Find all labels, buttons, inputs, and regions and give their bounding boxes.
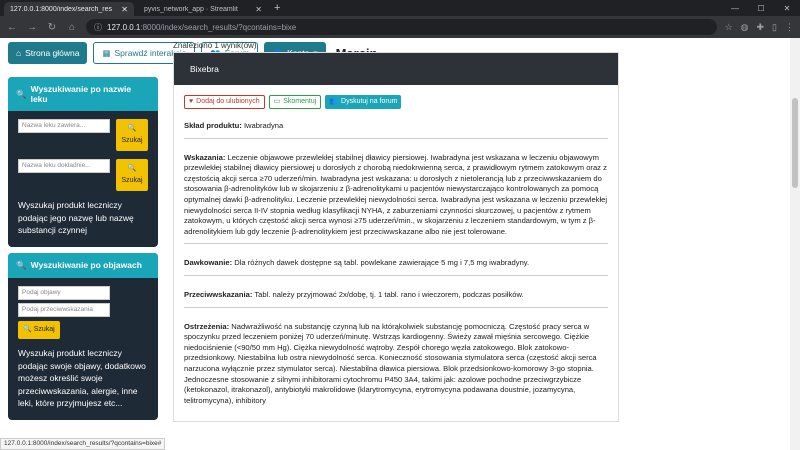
home-button[interactable]: ⌂ Strona główna	[8, 42, 88, 64]
name-exact-search-button[interactable]: 🔍 Szukaj	[116, 159, 148, 191]
search-sidebar: 🔍 Wyszukiwanie po nazwie leku Nazwa leku…	[8, 77, 158, 426]
bookmark-star-icon[interactable]: ☆	[725, 22, 733, 33]
search-by-name-description: Wyszukaj produkt leczniczy podając jego …	[18, 200, 134, 235]
results-count: Znaleziono 1 wynik(ów)	[173, 41, 257, 50]
extensions-icon[interactable]: ✚	[757, 22, 765, 33]
composition-text: Iwabradyna	[243, 121, 284, 130]
scrollbar-thumb[interactable]	[792, 98, 798, 188]
search-by-symptoms-title: Wyszukiwanie po objawach	[30, 260, 142, 270]
product-name[interactable]: Bixebra	[174, 53, 618, 85]
window-controls: — ☐ ✕	[722, 0, 800, 16]
home-button-label: Strona główna	[25, 48, 80, 58]
search-icon: 🔍	[16, 259, 27, 270]
users-icon: 👥	[329, 97, 339, 105]
back-icon[interactable]: ←	[6, 22, 18, 33]
name-contains-search-button[interactable]: 🔍 Szukaj	[116, 119, 148, 151]
maximize-icon[interactable]: ☐	[748, 0, 774, 16]
translate-icon[interactable]: ◍	[741, 22, 749, 33]
interactions-icon: ▦	[102, 47, 111, 58]
search-by-symptoms-header: 🔍 Wyszukiwanie po objawach	[8, 252, 158, 278]
search-by-name-title: Wyszukiwanie po nazwie leku	[30, 84, 132, 104]
browser-tab-strip: 127.0.0.1:8000/index/search_res ✕ pyvis_…	[0, 0, 800, 16]
search-by-symptoms-card: 🔍 Wyszukiwanie po objawach Podaj objawy …	[8, 252, 158, 420]
page-content: ⌂ Strona główna ▦ Sprawdź interakcje 👥 F…	[0, 38, 790, 450]
menu-dots-icon[interactable]: ⋮	[785, 22, 794, 33]
composition-section: Skład produktu: Iwabradyna	[184, 117, 608, 139]
indications-text: Leczenie objawowe przewlekłej stabilnej …	[184, 152, 608, 236]
dosage-section: Dawkowanie: Dla różnych dawek dostępne s…	[184, 254, 608, 276]
url-host: 127.0.0.1	[107, 22, 141, 32]
search-icon: 🔍	[23, 325, 32, 333]
comment-icon: ▭	[273, 97, 281, 105]
close-tab-icon[interactable]: ✕	[255, 5, 262, 14]
result-panel: Bixebra ♥ Dodaj do ulubionych ▭ Skomentu…	[173, 52, 619, 422]
contraindications-text: Tabl. należy przyjmować 2x/dobę, tj. 1 t…	[254, 289, 524, 299]
warnings-section: Ostrzeżenia: Nadwrażliwość na substancję…	[184, 318, 608, 413]
discuss-forum-button[interactable]: 👥 Dyskutuj na forum	[325, 95, 402, 109]
forward-icon[interactable]: →	[26, 22, 38, 33]
search-button-label: Szukaj	[121, 137, 143, 144]
search-icon: 🔍	[127, 124, 137, 132]
reload-icon[interactable]: ↻	[46, 22, 58, 33]
address-bar: ← → ↻ ⌂ ⓘ 127.0.0.1:8000/index/search_re…	[0, 16, 800, 38]
browser-tab-title: 127.0.0.1:8000/index/search_res	[10, 5, 112, 13]
search-button-label: Szukaj	[121, 177, 143, 184]
url-path: :8000/index/search_results/?qcontains=bi…	[140, 22, 297, 32]
contraindications-section: Przeciwwskazania: Tabl. należy przyjmowa…	[184, 286, 608, 308]
warnings-text: Nadwrażliwość na substancję czynną lub n…	[184, 321, 597, 405]
browser-tab-title: pyvis_network_app · Streamlit	[144, 5, 238, 13]
toolbar-icons: ☆ ◍ ✚ ▯ ⋮	[725, 22, 794, 33]
browser-tab-streamlit[interactable]: pyvis_network_app · Streamlit ✕	[138, 2, 268, 16]
indications-label: Wskazania:	[184, 152, 226, 162]
search-by-name-card: 🔍 Wyszukiwanie po nazwie leku Nazwa leku…	[8, 77, 158, 247]
indications-section: Wskazania: Leczenie objawowe przewlekłej…	[184, 149, 608, 245]
home-icon: ⌂	[16, 48, 22, 58]
contraindications-label: Przeciwwskazania:	[184, 289, 253, 299]
result-actions: ♥ Dodaj do ulubionych ▭ Skomentuj 👥 Dysk…	[184, 95, 608, 109]
symptoms-input[interactable]: Podaj objawy	[18, 285, 110, 300]
close-window-icon[interactable]: ✕	[774, 0, 800, 16]
name-contains-input[interactable]: Nazwa leku zawiera...	[18, 119, 110, 133]
add-favorite-label: Dodaj do ulubionych	[196, 97, 260, 105]
minimize-icon[interactable]: —	[722, 0, 748, 16]
contraindications-input[interactable]: Podaj przeciwwskazania	[18, 302, 110, 317]
name-exact-input[interactable]: Nazwa leku dokładnie...	[18, 159, 110, 173]
search-button-label: Szukaj	[33, 325, 55, 333]
home-icon[interactable]: ⌂	[66, 22, 78, 33]
search-by-name-header: 🔍 Wyszukiwanie po nazwie leku	[8, 77, 158, 111]
comment-button[interactable]: ▭ Skomentuj	[268, 95, 322, 109]
info-icon[interactable]: ⓘ	[94, 22, 102, 33]
warnings-label: Ostrzeżenia:	[184, 321, 230, 331]
sidebar-icon[interactable]: ▯	[772, 22, 777, 33]
symptoms-search-button[interactable]: 🔍 Szukaj	[18, 320, 60, 339]
search-icon: 🔍	[127, 164, 137, 172]
dosage-text: Dla różnych dawek dostępne są tabl. powl…	[234, 258, 530, 268]
comment-label: Skomentuj	[283, 97, 317, 105]
search-icon: 🔍	[16, 88, 27, 99]
new-tab-icon[interactable]: +	[274, 2, 280, 16]
browser-tab-search[interactable]: 127.0.0.1:8000/index/search_res ✕	[4, 2, 134, 16]
close-tab-icon[interactable]: ✕	[121, 5, 128, 14]
discuss-forum-label: Dyskutuj na forum	[341, 97, 398, 105]
composition-label: Skład produktu:	[184, 121, 242, 130]
search-by-symptoms-description: Wyszukaj produkt leczniczy podając swoje…	[18, 348, 146, 408]
status-bar-url: 127.0.0.1:8000/index/search_results/?qco…	[0, 438, 166, 450]
add-favorite-button[interactable]: ♥ Dodaj do ulubionych	[184, 95, 265, 109]
heart-icon: ♥	[189, 97, 194, 105]
page-scrollbar[interactable]	[790, 38, 800, 450]
url-field[interactable]: ⓘ 127.0.0.1:8000/index/search_results/?q…	[86, 19, 717, 35]
dosage-label: Dawkowanie:	[184, 258, 233, 268]
